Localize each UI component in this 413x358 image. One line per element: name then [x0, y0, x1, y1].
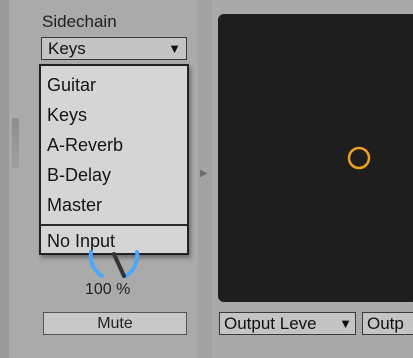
mute-button[interactable]: Mute: [43, 312, 187, 335]
output-select-secondary[interactable]: Outp: [362, 312, 413, 335]
menu-item-no-input[interactable]: No Input: [47, 231, 115, 252]
menu-item-master[interactable]: Master: [47, 195, 102, 216]
dropdown-arrow-icon: ▼: [338, 313, 352, 334]
xy-display[interactable]: [218, 14, 413, 302]
sidechain-source-select[interactable]: Keys ▼: [41, 37, 187, 60]
dropdown-arrow-icon: ▼: [168, 41, 181, 56]
menu-item-keys[interactable]: Keys: [47, 105, 87, 126]
sidechain-dropdown-menu: Guitar Keys A-Reverb B-Delay Master No I…: [39, 64, 189, 255]
panel-edge: [0, 0, 9, 358]
sidechain-title: Sidechain: [42, 12, 117, 31]
position-marker-icon[interactable]: [347, 146, 371, 170]
expand-arrow-icon[interactable]: ▶: [200, 168, 208, 179]
menu-item-guitar[interactable]: Guitar: [47, 75, 96, 96]
menu-item-b-delay[interactable]: B-Delay: [47, 165, 111, 186]
menu-item-a-reverb[interactable]: A-Reverb: [47, 135, 123, 156]
output-select-value: Output Leve: [224, 314, 317, 333]
output-select-2-value: Outp: [367, 314, 404, 333]
output-level-select[interactable]: Output Leve ▼: [219, 312, 356, 335]
sidechain-selected-value: Keys: [48, 39, 86, 58]
panel-separator: [198, 0, 212, 358]
gain-knob[interactable]: [82, 250, 146, 280]
knob-value: 100 %: [85, 281, 131, 298]
scroll-handle[interactable]: [12, 118, 19, 168]
menu-divider: [41, 224, 187, 226]
